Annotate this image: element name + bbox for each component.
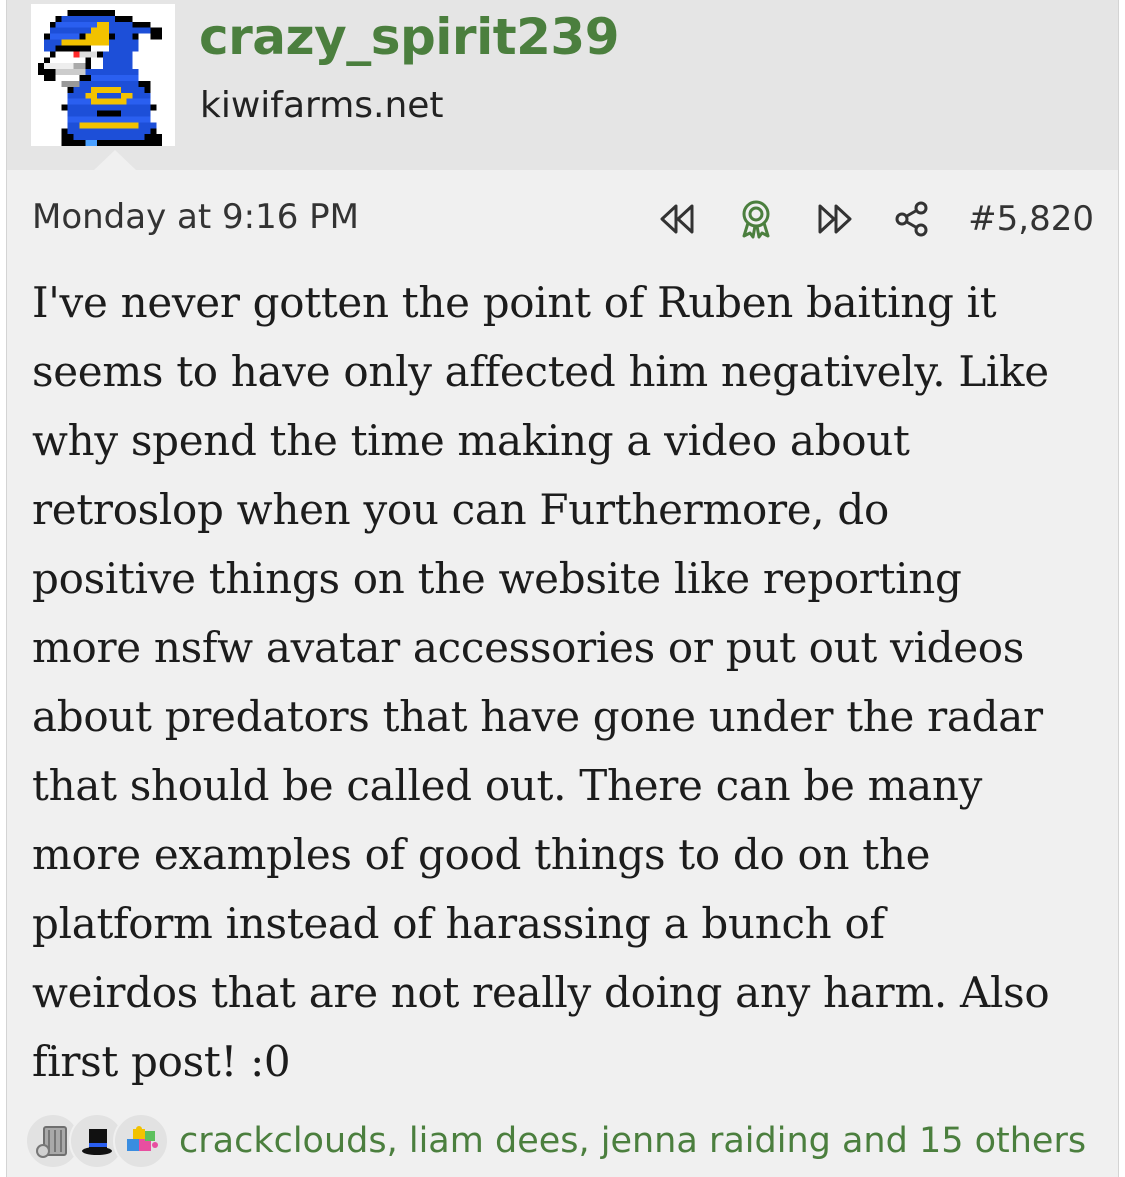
post-number-link[interactable]: #5,820 [968,199,1094,239]
post-body-line: retroslop when you can Furthermore, do [32,485,889,534]
post-body-line: platform instead of harassing a bunch of [32,899,885,948]
username[interactable]: crazy_spirit239 [199,8,620,66]
post-body-line: seems to have only affected him negative… [32,347,1049,396]
post-body-line: why spend the time making a video about [32,416,910,465]
pixel-wizard-avatar-icon [32,4,174,146]
post-body-line: positive things on the website like repo… [32,554,962,603]
post-body: I've never gotten the point of Ruben bai… [32,268,1102,1096]
post-body-line: about predators that have gone under the… [32,692,1043,741]
site-domain: kiwifarms.net [200,85,444,126]
puzzle-piece-reaction-icon[interactable] [113,1113,169,1169]
post-body-line: that should be called out. There can be … [32,761,983,810]
post-timestamp[interactable]: Monday at 9:16 PM [32,197,359,237]
post-container: crazy_spirit239 kiwifarms.net Monday at … [6,0,1119,1177]
share-icon[interactable] [890,197,934,241]
reaction-users-link[interactable]: crackclouds, liam dees, jenna raiding an… [179,1121,1086,1161]
post-body-line: I've never gotten the point of Ruben bai… [32,278,997,327]
post-header: crazy_spirit239 kiwifarms.net [7,0,1118,171]
header-pointer [93,150,137,171]
post-body-line: more nsfw avatar accessories or put out … [32,623,1024,672]
fast-forward-icon[interactable] [812,197,856,241]
post-body-line: weirdos that are not really doing any ha… [32,968,1050,1017]
reactions-bar[interactable]: crackclouds, liam dees, jenna raiding an… [25,1110,1086,1172]
rewind-icon[interactable] [656,197,700,241]
post-actions: #5,820 [656,194,1094,244]
award-ribbon-icon[interactable] [734,197,778,241]
avatar[interactable] [31,4,175,146]
post-body-line: more examples of good things to do on th… [32,830,931,879]
post-body-line: first post! :0 [32,1037,291,1086]
